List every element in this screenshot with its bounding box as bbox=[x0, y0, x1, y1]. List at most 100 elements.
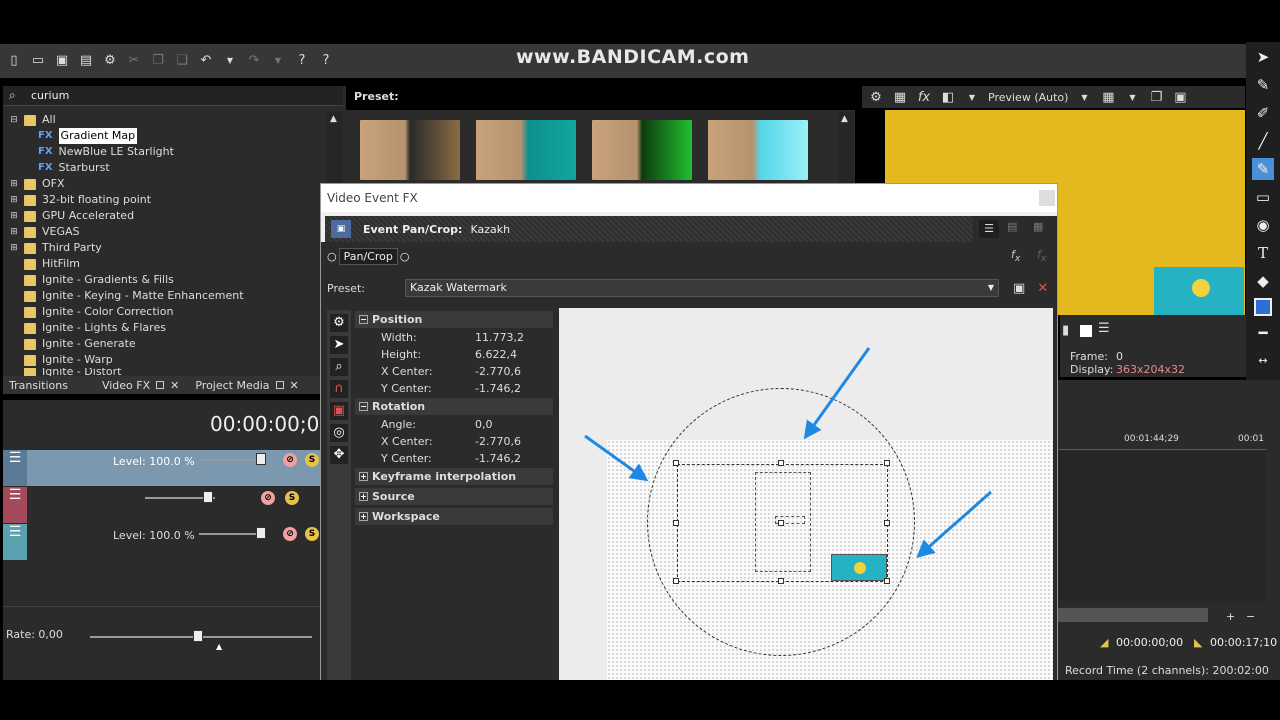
color-swatch-icon[interactable] bbox=[1254, 298, 1272, 316]
brush-icon[interactable]: ✐ bbox=[1252, 102, 1274, 124]
rectangle-icon[interactable]: ▭ bbox=[1252, 186, 1274, 208]
save-preset-icon[interactable]: ▣ bbox=[1013, 281, 1025, 296]
tab-transitions[interactable]: Transitions bbox=[3, 379, 74, 392]
open-folder-icon[interactable]: ▭ bbox=[30, 53, 46, 69]
gear-icon[interactable]: ⚙ bbox=[102, 53, 118, 69]
help-icon[interactable]: ? bbox=[294, 53, 310, 69]
expand-icon[interactable]: + bbox=[359, 512, 368, 521]
tree-folder[interactable]: Ignite - Keying - Matte Enhancement bbox=[8, 288, 326, 304]
property-row[interactable]: Height: 6.622,4 bbox=[355, 346, 553, 363]
property-row[interactable]: Y Center: -1.746,2 bbox=[355, 450, 553, 467]
tree-folder[interactable]: Ignite - Color Correction bbox=[8, 304, 326, 320]
text-icon[interactable]: T bbox=[1252, 242, 1274, 264]
tree-folder[interactable]: ⊞ 32-bit floating point bbox=[8, 192, 326, 208]
tree-fx-item[interactable]: FX Gradient Map bbox=[8, 128, 326, 144]
timeline-vscroll[interactable] bbox=[1266, 400, 1280, 610]
paste-icon[interactable]: ❏ bbox=[174, 53, 190, 69]
pause-icon[interactable]: ▮ bbox=[1062, 323, 1069, 338]
pan-crop-canvas[interactable] bbox=[559, 308, 1053, 680]
solo-icon[interactable]: S bbox=[305, 453, 319, 467]
tree-folder[interactable]: HitFilm bbox=[8, 256, 326, 272]
gear-icon[interactable]: ⚙ bbox=[868, 90, 884, 105]
preset-thumbnail[interactable] bbox=[592, 120, 692, 180]
property-row[interactable]: X Center: -2.770,6 bbox=[355, 433, 553, 450]
stroke-width-icon[interactable]: ━ bbox=[1252, 322, 1274, 344]
grid-view-icon[interactable]: ▤ bbox=[1007, 220, 1017, 233]
chevron-down-icon[interactable]: ▼ bbox=[988, 280, 994, 296]
settings-icon[interactable]: ⚙ bbox=[330, 314, 348, 332]
expand-icon[interactable]: ↔ bbox=[1252, 350, 1274, 372]
tab-project-media[interactable]: Project Media ✕ bbox=[189, 379, 304, 392]
stop-icon[interactable] bbox=[1080, 325, 1092, 337]
grid-icon[interactable]: ▦ bbox=[1100, 90, 1116, 105]
tile-view-icon[interactable]: ▦ bbox=[1033, 220, 1043, 233]
tree-folder[interactable]: Ignite - Distort bbox=[8, 368, 326, 376]
expand-icon[interactable]: ⊞ bbox=[8, 240, 20, 256]
copy-snapshot-icon[interactable]: ❐ bbox=[1148, 90, 1164, 105]
overlay-icon[interactable]: ◧ bbox=[940, 90, 956, 105]
eraser-icon[interactable]: ◆ bbox=[1252, 270, 1274, 292]
pencil-icon[interactable]: ✎ bbox=[1252, 74, 1274, 96]
palette-icon[interactable]: ◉ bbox=[1252, 214, 1274, 236]
scroll-up-icon[interactable]: ▲ bbox=[330, 114, 337, 124]
expand-icon[interactable]: + bbox=[359, 472, 368, 481]
undo-icon[interactable]: ↶ bbox=[198, 53, 214, 69]
property-row[interactable]: X Center: -2.770,6 bbox=[355, 363, 553, 380]
track-menu-icon[interactable]: ☰ bbox=[3, 450, 27, 486]
property-row[interactable]: Angle: 0,0 bbox=[355, 416, 553, 433]
render-icon[interactable]: ▤ bbox=[78, 53, 94, 69]
zoom-out-icon[interactable]: − bbox=[1246, 610, 1255, 623]
chevron-down-icon[interactable]: ▼ bbox=[1076, 93, 1092, 102]
chain-item-pan-crop[interactable]: Pan/Crop bbox=[338, 248, 398, 265]
new-file-icon[interactable]: ▯ bbox=[6, 53, 22, 69]
preset-scrollbar[interactable]: ▲ bbox=[838, 112, 854, 184]
zoom-in-icon[interactable]: + bbox=[1226, 610, 1235, 623]
tree-fx-item[interactable]: FX NewBlue LE Starlight bbox=[8, 144, 326, 160]
tree-folder[interactable]: Ignite - Lights & Flares bbox=[8, 320, 326, 336]
preset-thumbnail[interactable] bbox=[708, 120, 808, 180]
chevron-down-icon[interactable]: ▼ bbox=[1124, 93, 1140, 102]
expand-icon[interactable]: ⊞ bbox=[8, 176, 20, 192]
slider-knob[interactable] bbox=[193, 630, 203, 642]
redo-dropdown-icon[interactable]: ▼ bbox=[270, 53, 286, 69]
close-button[interactable] bbox=[1039, 190, 1055, 206]
track-header[interactable]: ☰ ⊘ S bbox=[3, 487, 321, 523]
tree-folder[interactable]: ⊞ GPU Accelerated bbox=[8, 208, 326, 224]
property-row[interactable]: Y Center: -1.746,2 bbox=[355, 380, 553, 397]
section-keyframe-interpolation[interactable]: + Keyframe interpolation bbox=[355, 468, 553, 485]
collapse-icon[interactable]: − bbox=[359, 402, 368, 411]
slider-knob[interactable] bbox=[256, 527, 266, 539]
solo-icon[interactable]: S bbox=[285, 491, 299, 505]
plugin-chain-icon[interactable]: ▣ bbox=[331, 220, 351, 238]
line-icon[interactable]: ╱ bbox=[1252, 130, 1274, 152]
slider-knob[interactable] bbox=[256, 453, 266, 465]
chevron-down-icon[interactable]: ▼ bbox=[964, 93, 980, 102]
pointer-icon[interactable]: ➤ bbox=[1252, 46, 1274, 68]
save-snapshot-icon[interactable]: ▣ bbox=[1172, 90, 1188, 105]
timeline-area[interactable] bbox=[1058, 451, 1266, 601]
copy-icon[interactable]: ❐ bbox=[150, 53, 166, 69]
zoom-icon[interactable]: ⌕ bbox=[330, 358, 348, 376]
preview-mode-select[interactable]: Preview (Auto) bbox=[988, 91, 1068, 104]
expand-icon[interactable]: + bbox=[359, 492, 368, 501]
save-icon[interactable]: ▣ bbox=[54, 53, 70, 69]
section-position[interactable]: − Position bbox=[355, 311, 553, 328]
tab-video-fx[interactable]: Video FX ✕ bbox=[96, 379, 185, 392]
close-icon[interactable]: ✕ bbox=[290, 379, 299, 392]
delete-preset-icon[interactable]: ✕ bbox=[1037, 281, 1048, 296]
move-icon[interactable]: ✥ bbox=[330, 446, 348, 464]
dock-icon[interactable] bbox=[156, 381, 165, 389]
preset-dropdown[interactable]: Kazak Watermark ▼ bbox=[405, 279, 1000, 297]
mute-icon[interactable]: ⊘ bbox=[283, 453, 297, 467]
expand-icon[interactable]: ⊞ bbox=[8, 224, 20, 240]
undo-dropdown-icon[interactable]: ▼ bbox=[222, 53, 238, 69]
magnet-icon[interactable]: ∩ bbox=[330, 380, 348, 398]
fx-add-icon[interactable]: fx bbox=[1011, 248, 1020, 264]
pointer-icon[interactable]: ➤ bbox=[330, 336, 348, 354]
solo-icon[interactable]: S bbox=[305, 527, 319, 541]
close-icon[interactable]: ✕ bbox=[170, 379, 179, 392]
expand-icon[interactable]: ⊞ bbox=[8, 208, 20, 224]
whats-this-icon[interactable]: ? bbox=[318, 53, 334, 69]
redo-icon[interactable]: ↷ bbox=[246, 53, 262, 69]
tree-folder[interactable]: ⊞ Third Party bbox=[8, 240, 326, 256]
